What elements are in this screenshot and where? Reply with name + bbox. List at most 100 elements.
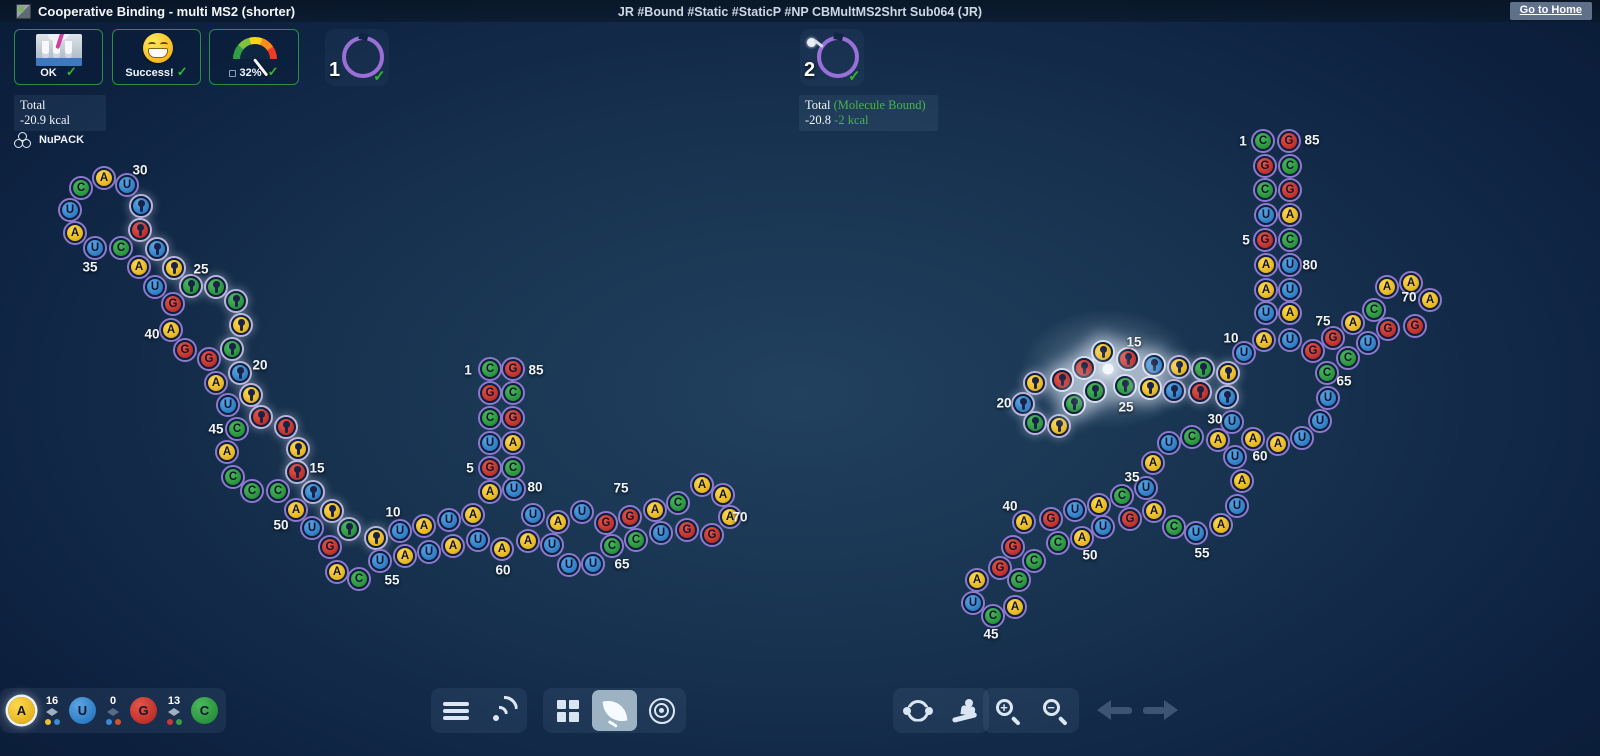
undo-button[interactable]: [1095, 697, 1135, 723]
locked-nucleotide-A: [1216, 361, 1240, 385]
locked-nucleotide-U: [1162, 379, 1186, 403]
nucleotide-A[interactable]: A: [1241, 427, 1265, 451]
gc-pair-counter[interactable]: 13: [159, 696, 189, 725]
nucleotide-C[interactable]: C: [1278, 228, 1302, 252]
ug-pair-counter[interactable]: 0: [98, 696, 128, 725]
position-label: 45: [983, 626, 999, 642]
nucleotide-G[interactable]: G: [1039, 507, 1063, 531]
nucleotide-U[interactable]: U: [1063, 498, 1087, 522]
zoom-out-icon: −: [1041, 697, 1069, 726]
nucleotide-C[interactable]: C: [1336, 346, 1360, 370]
menu-group: [431, 688, 527, 733]
nucleotide-A[interactable]: A: [1252, 328, 1276, 352]
nucleotide-G[interactable]: G: [1118, 507, 1142, 531]
au-pair-counter[interactable]: 16: [37, 696, 67, 725]
nucleotide-U[interactable]: U: [1254, 203, 1278, 227]
puzzle-info-button[interactable]: [545, 690, 590, 731]
nucleotide-U[interactable]: U: [1254, 301, 1278, 325]
nucleotide-A[interactable]: A: [1012, 510, 1036, 534]
nucleotide-A[interactable]: A: [1278, 301, 1302, 325]
nucleotide-G[interactable]: G: [1301, 339, 1325, 363]
nucleotide-A[interactable]: A: [1278, 203, 1302, 227]
locked-nucleotide-G: [1116, 347, 1140, 371]
gc-pair-count: 13: [167, 695, 181, 707]
position-label: 35: [1124, 469, 1140, 485]
position-label: 75: [1315, 313, 1331, 329]
nucleotide-C[interactable]: C: [1278, 154, 1302, 178]
nucleotide-C[interactable]: C: [1046, 531, 1070, 555]
locked-nucleotide-U: [1215, 385, 1239, 409]
nucleotide-C[interactable]: C: [1315, 361, 1339, 385]
pair-bond-icon: [168, 708, 180, 716]
nucleotide-C[interactable]: C: [1180, 425, 1204, 449]
zoom-in-button[interactable]: +: [985, 690, 1030, 731]
nucleotide-U[interactable]: U: [1278, 253, 1302, 277]
nucleotide-U[interactable]: U: [1223, 445, 1247, 469]
nucleotide-A[interactable]: A: [1254, 278, 1278, 302]
nucleotide-A[interactable]: A: [1141, 451, 1165, 475]
nucleotide-A[interactable]: A: [1341, 311, 1365, 335]
palette-adenine-button[interactable]: A: [8, 697, 35, 724]
nucleotide-G[interactable]: G: [1253, 154, 1277, 178]
position-label: 1: [1239, 133, 1247, 149]
nucleotide-U[interactable]: U: [1091, 515, 1115, 539]
swap-pair-button[interactable]: [895, 690, 940, 731]
position-label: 25: [1118, 399, 1134, 415]
nucleotide-U[interactable]: U: [1278, 278, 1302, 302]
locked-nucleotide-A: [1138, 376, 1162, 400]
locked-nucleotide-A: [1091, 340, 1115, 364]
nucleotide-A[interactable]: A: [1266, 432, 1290, 456]
stamp-tool-button[interactable]: [942, 690, 987, 731]
nucleotide-A[interactable]: A: [1142, 499, 1166, 523]
nucleotide-G[interactable]: G: [1278, 178, 1302, 202]
palette-cytosine-button[interactable]: C: [191, 697, 218, 724]
position-label: 5: [1242, 232, 1250, 248]
feed-button[interactable]: [480, 690, 525, 731]
natural-mode-button[interactable]: [592, 690, 637, 731]
nucleotide-C[interactable]: C: [1162, 515, 1186, 539]
palette-uracil-button[interactable]: U: [69, 697, 96, 724]
nucleotide-C[interactable]: C: [1362, 298, 1386, 322]
position-label: 55: [1194, 545, 1210, 561]
nucleotide-A[interactable]: A: [1003, 595, 1027, 619]
undo-arrow-icon: [1097, 700, 1111, 720]
position-label: 30: [1207, 411, 1223, 427]
grid-icon: [556, 699, 579, 722]
nucleotide-A[interactable]: A: [1418, 288, 1442, 312]
nucleotide-G[interactable]: G: [1403, 314, 1427, 338]
position-label: 50: [1082, 547, 1098, 563]
redo-button[interactable]: [1140, 697, 1180, 723]
nucleotide-A[interactable]: A: [965, 568, 989, 592]
nucleotide-A[interactable]: A: [1087, 493, 1111, 517]
nucleotide-G[interactable]: G: [1001, 535, 1025, 559]
nucleotide-G[interactable]: G: [1321, 326, 1345, 350]
nucleotide-C[interactable]: C: [1110, 484, 1134, 508]
nucleotide-G[interactable]: G: [1277, 129, 1301, 153]
locked-nucleotide-C: [1062, 392, 1086, 416]
nucleotide-A[interactable]: A: [1254, 253, 1278, 277]
nucleotide-A[interactable]: A: [1230, 469, 1254, 493]
position-label: 20: [996, 395, 1012, 411]
nucleotide-A[interactable]: A: [1209, 513, 1233, 537]
hamburger-icon: [442, 701, 469, 720]
nucleotide-U[interactable]: U: [1225, 494, 1249, 518]
nucleotide-U[interactable]: U: [1290, 426, 1314, 450]
palette-guanine-button[interactable]: G: [130, 697, 157, 724]
nucleotide-C[interactable]: C: [981, 604, 1005, 628]
nucleotide-U[interactable]: U: [1316, 386, 1340, 410]
target-mode-button[interactable]: [639, 690, 684, 731]
nucleotide-U[interactable]: U: [1184, 521, 1208, 545]
locked-nucleotide-G: [1072, 356, 1096, 380]
position-label: 60: [1252, 448, 1268, 464]
nucleotide-C[interactable]: C: [1251, 129, 1275, 153]
nucleotide-U[interactable]: U: [1157, 431, 1181, 455]
nucleotide-C[interactable]: C: [1022, 549, 1046, 573]
zoom-out-button[interactable]: −: [1032, 690, 1077, 731]
nucleotide-G[interactable]: G: [1253, 228, 1277, 252]
nucleotide-A[interactable]: A: [1375, 275, 1399, 299]
nucleotide-C[interactable]: C: [1253, 178, 1277, 202]
nucleotide-U[interactable]: U: [1278, 328, 1302, 352]
main-menu-button[interactable]: [433, 690, 478, 731]
nucleotide-U[interactable]: U: [1308, 409, 1332, 433]
target-icon: [648, 697, 675, 724]
